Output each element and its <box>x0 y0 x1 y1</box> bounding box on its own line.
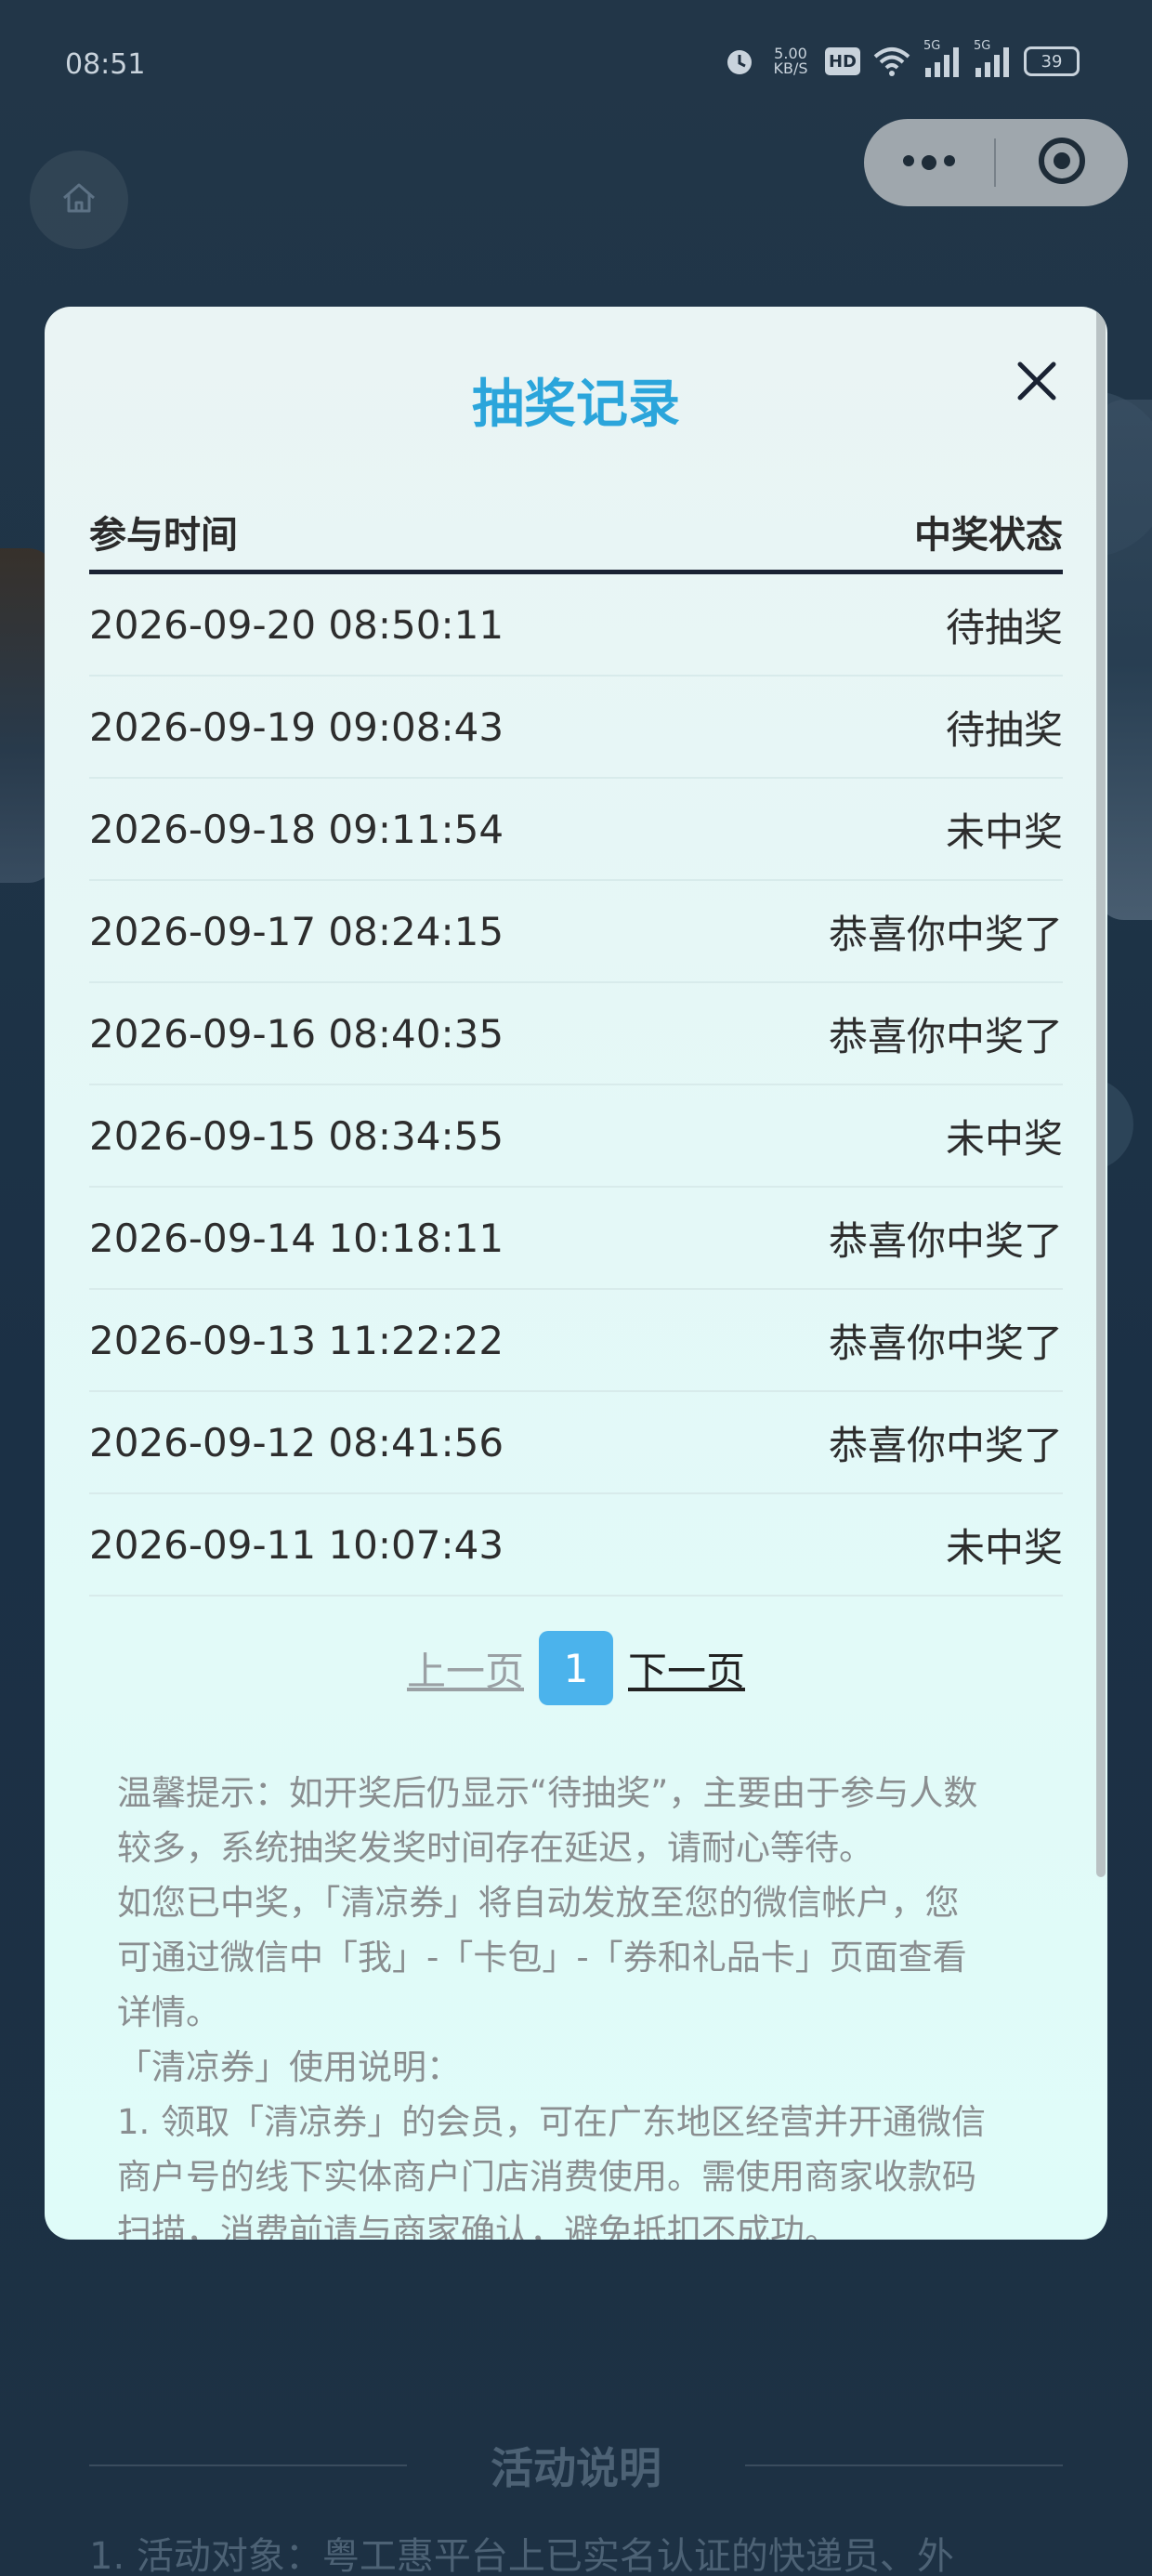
divider <box>745 2464 1063 2466</box>
close-icon <box>1011 361 1063 411</box>
more-button[interactable] <box>864 155 994 170</box>
modal-title: 抽奖记录 <box>472 375 680 435</box>
tip-line: 1. 领取「清凉券」的会员，可在广东地区经营并开通微信 <box>117 2102 987 2142</box>
row-status: 恭喜你中奖了 <box>828 1422 1063 1468</box>
activity-title-row: 活动说明 <box>89 2435 1063 2496</box>
row-time: 2026-09-14 10:18:11 <box>89 1215 504 1261</box>
activity-text: 1. 活动对象：粤工惠平台上已实名认证的快递员、外 <box>89 2535 954 2576</box>
row-time: 2026-09-18 09:11:54 <box>89 806 504 852</box>
tip-line: 较多，系统抽奖发奖时间存在延迟，请耐心等待。 <box>117 1828 873 1868</box>
signal-label: 5G <box>974 39 991 53</box>
tip-line: 商户号的线下实体商户门店消费使用。需使用商家收款码 <box>117 2157 976 2197</box>
status-time: 08:51 <box>65 48 146 81</box>
activity-title: 活动说明 <box>491 2443 661 2493</box>
row-status: 未中奖 <box>945 808 1063 855</box>
table-row: 2026-09-20 08:50:11 待抽奖 <box>89 574 1063 677</box>
alarm-icon <box>723 45 756 78</box>
row-time: 2026-09-12 08:41:56 <box>89 1419 504 1465</box>
pagination: 上一页 1 下一页 <box>45 1631 1107 1705</box>
more-dot-icon <box>922 155 936 170</box>
home-icon <box>59 177 99 222</box>
table-row: 2026-09-15 08:34:55 未中奖 <box>89 1085 1063 1188</box>
signal-icon: 5G <box>974 39 1011 78</box>
tip-line: 「清凉券」使用说明： <box>117 2047 461 2087</box>
tip-line: 详情。 <box>117 1992 220 2032</box>
divider <box>89 2464 407 2466</box>
row-time: 2026-09-15 08:34:55 <box>89 1112 504 1159</box>
row-time: 2026-09-13 11:22:22 <box>89 1317 504 1363</box>
network-speed: 5.00 KB/S <box>773 45 808 77</box>
row-time: 2026-09-20 08:50:11 <box>89 601 504 648</box>
tips-text: 温馨提示：如开奖后仍显示“待抽奖”，主要由于参与人数 较多，系统抽奖发奖时间存在… <box>117 1766 1046 2240</box>
prev-page-button[interactable]: 上一页 <box>407 1640 524 1697</box>
header-time: 参与时间 <box>89 513 238 557</box>
row-time: 2026-09-19 09:08:43 <box>89 703 504 750</box>
target-icon <box>1038 137 1086 189</box>
lottery-record-modal: 抽奖记录 参与时间 中奖状态 2026-09-20 08:50:11 待抽奖 20… <box>45 307 1107 2240</box>
row-status: 未中奖 <box>945 1115 1063 1162</box>
wifi-icon <box>873 45 910 78</box>
signal-icon: 5G <box>923 39 961 78</box>
table-header: 参与时间 中奖状态 <box>89 493 1063 574</box>
table-row: 2026-09-19 09:08:43 待抽奖 <box>89 677 1063 779</box>
table-row: 2026-09-18 09:11:54 未中奖 <box>89 779 1063 881</box>
close-button[interactable] <box>1011 355 1063 407</box>
table-row: 2026-09-14 10:18:11 恭喜你中奖了 <box>89 1188 1063 1290</box>
table-row: 2026-09-13 11:22:22 恭喜你中奖了 <box>89 1290 1063 1392</box>
table-row: 2026-09-12 08:41:56 恭喜你中奖了 <box>89 1392 1063 1494</box>
signal-label: 5G <box>923 39 941 53</box>
row-status: 恭喜你中奖了 <box>828 911 1063 957</box>
record-table: 参与时间 中奖状态 2026-09-20 08:50:11 待抽奖 2026-09… <box>89 493 1063 1597</box>
more-dot-icon <box>903 155 914 166</box>
hd-icon: HD <box>824 47 860 75</box>
miniprogram-capsule <box>864 119 1128 206</box>
row-time: 2026-09-17 08:24:15 <box>89 908 504 954</box>
tip-line: 扫描，消费前请与商家确认，避免抵扣不成功。 <box>117 2212 839 2240</box>
next-page-button[interactable]: 下一页 <box>628 1640 745 1697</box>
more-dot-icon <box>944 155 955 166</box>
current-page[interactable]: 1 <box>539 1631 613 1705</box>
row-status: 待抽奖 <box>945 706 1063 753</box>
row-time: 2026-09-11 10:07:43 <box>89 1521 504 1568</box>
tip-line: 可通过微信中「我」-「卡包」-「券和礼品卡」页面查看 <box>117 1938 967 1978</box>
table-row: 2026-09-16 08:40:35 恭喜你中奖了 <box>89 983 1063 1085</box>
row-status: 恭喜你中奖了 <box>828 1217 1063 1264</box>
table-row: 2026-09-17 08:24:15 恭喜你中奖了 <box>89 881 1063 983</box>
row-status: 待抽奖 <box>945 604 1063 651</box>
battery-icon: 39 <box>1024 46 1080 76</box>
home-button[interactable] <box>30 151 128 249</box>
row-status: 恭喜你中奖了 <box>828 1013 1063 1059</box>
status-icons: 5.00 KB/S HD 5G 5G 39 <box>723 39 1080 78</box>
row-time: 2026-09-16 08:40:35 <box>89 1010 504 1057</box>
tip-line: 温馨提示：如开奖后仍显示“待抽奖”，主要由于参与人数 <box>117 1773 978 1813</box>
table-row: 2026-09-11 10:07:43 未中奖 <box>89 1494 1063 1597</box>
row-status: 未中奖 <box>945 1524 1063 1571</box>
row-status: 恭喜你中奖了 <box>828 1320 1063 1366</box>
tip-line: 如您已中奖，「清凉券」将自动发放至您的微信帐户，您 <box>117 1883 960 1923</box>
header-status: 中奖状态 <box>914 513 1063 557</box>
close-miniprogram-button[interactable] <box>996 137 1128 189</box>
